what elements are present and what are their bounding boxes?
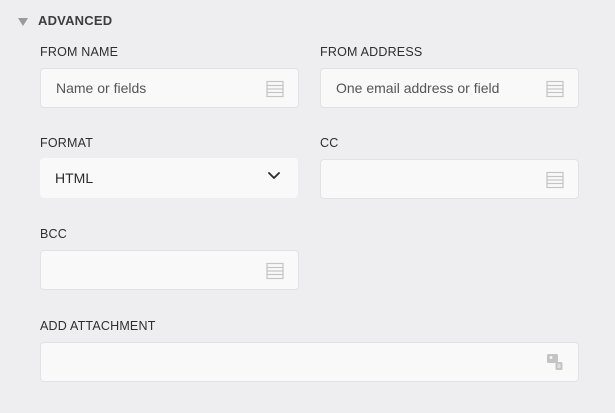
bcc-label: BCC: [40, 227, 67, 241]
from-address-input[interactable]: [321, 69, 578, 107]
format-label: FORMAT: [40, 136, 94, 150]
format-select[interactable]: HTML: [40, 158, 298, 198]
from-address-label: FROM ADDRESS: [320, 45, 423, 59]
cc-field: [320, 159, 579, 199]
list-icon[interactable]: [546, 80, 564, 98]
from-name-input[interactable]: [41, 69, 298, 107]
bcc-field: [40, 250, 299, 290]
add-attachment-label: ADD ATTACHMENT: [40, 319, 156, 333]
advanced-section-toggle[interactable]: ADVANCED: [18, 12, 112, 28]
attachment-field: [40, 342, 579, 382]
attachment-input[interactable]: [41, 343, 578, 381]
from-address-field: [320, 68, 579, 108]
list-icon[interactable]: [546, 171, 564, 189]
list-icon[interactable]: [266, 262, 284, 280]
list-icon[interactable]: [266, 80, 284, 98]
chevron-down-icon: [268, 172, 280, 179]
from-name-label: FROM NAME: [40, 45, 119, 59]
attachment-image-icon[interactable]: [545, 352, 565, 372]
cc-input[interactable]: [321, 160, 578, 198]
from-name-field: [40, 68, 299, 108]
cc-label: CC: [320, 136, 339, 150]
bcc-input[interactable]: [41, 251, 298, 289]
section-title: ADVANCED: [38, 12, 113, 28]
format-selected-value: HTML: [55, 170, 94, 186]
caret-down-icon: [18, 17, 28, 26]
